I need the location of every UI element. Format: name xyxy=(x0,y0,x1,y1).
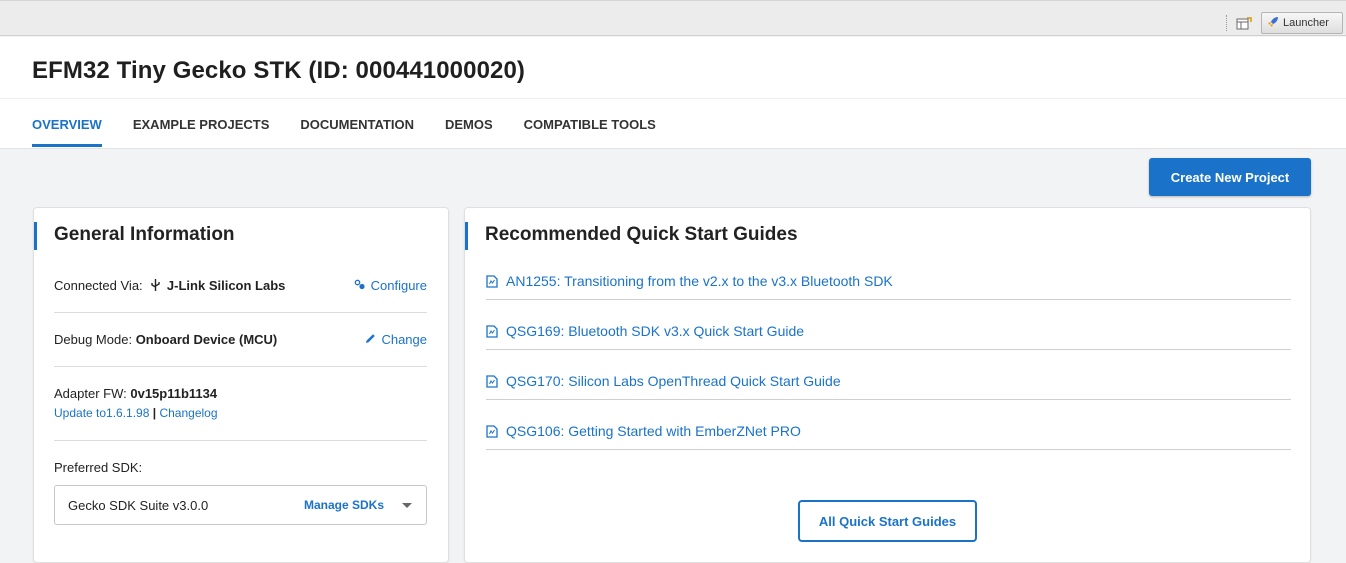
chevron-down-icon[interactable] xyxy=(402,503,412,508)
update-firmware-link[interactable]: Update to1.6.1.98 xyxy=(54,406,149,420)
link-separator: | xyxy=(152,406,157,420)
manage-sdks-link[interactable]: Manage SDKs xyxy=(304,498,384,512)
eclipse-toolbar: Launcher xyxy=(0,0,1346,36)
quick-start-title: Recommended Quick Start Guides xyxy=(485,224,798,245)
tab-documentation[interactable]: DOCUMENTATION xyxy=(300,117,414,144)
tab-overview[interactable]: OVERVIEW xyxy=(32,117,102,147)
gears-icon xyxy=(354,278,366,293)
guide-divider xyxy=(486,299,1291,300)
connected-via-row: Connected Via: J-Link Silicon Labs Confi… xyxy=(54,278,427,294)
connected-via-label: Connected Via: xyxy=(54,278,143,293)
connected-via-value: J-Link Silicon Labs xyxy=(166,278,286,293)
adapter-fw-label: Adapter FW: xyxy=(54,386,127,401)
guide-divider xyxy=(486,349,1291,350)
guide-title: QSG169: Bluetooth SDK v3.x Quick Start G… xyxy=(506,323,805,339)
tab-demos[interactable]: DEMOS xyxy=(445,117,493,144)
adapter-fw-value: 0v15p11b1134 xyxy=(130,386,218,401)
configure-label: Configure xyxy=(370,278,427,293)
general-information-title: General Information xyxy=(54,224,235,245)
launcher-perspective-button[interactable]: Launcher xyxy=(1261,12,1343,34)
change-label: Change xyxy=(381,332,427,347)
page-title: EFM32 Tiny Gecko STK (ID: 000441000020) xyxy=(32,57,526,84)
create-new-project-button[interactable]: Create New Project xyxy=(1149,158,1311,196)
launcher-window: Launcher EFM32 Tiny Gecko STK (ID: 00044… xyxy=(0,0,1346,563)
guide-title: QSG106: Getting Started with EmberZNet P… xyxy=(506,423,801,439)
card-accent-bar xyxy=(34,222,37,250)
tab-bar: OVERVIEW EXAMPLE PROJECTS DOCUMENTATION … xyxy=(32,117,687,147)
debug-mode-value: Onboard Device (MCU) xyxy=(135,332,278,347)
changelog-link[interactable]: Changelog xyxy=(159,406,217,420)
usb-icon xyxy=(151,279,160,294)
debug-mode-row: Debug Mode: Onboard Device (MCU) Change xyxy=(54,332,427,347)
preferred-sdk-label: Preferred SDK: xyxy=(54,460,143,475)
general-information-card: General Information Connected Via: J-Lin… xyxy=(33,207,449,563)
guide-divider xyxy=(486,449,1291,450)
page-header: EFM32 Tiny Gecko STK (ID: 000441000020) … xyxy=(0,37,1346,149)
card-accent-bar xyxy=(465,222,468,250)
document-icon xyxy=(486,424,498,438)
tab-example-projects[interactable]: EXAMPLE PROJECTS xyxy=(133,117,270,144)
toolbar-separator xyxy=(1226,15,1228,31)
quick-start-guides-card: Recommended Quick Start Guides AN1255: T… xyxy=(464,207,1311,563)
document-icon xyxy=(486,274,498,288)
row-divider xyxy=(54,312,427,313)
open-perspective-icon[interactable] xyxy=(1233,13,1255,35)
tab-compatible-tools[interactable]: COMPATIBLE TOOLS xyxy=(524,117,656,144)
firmware-links-row: Update to1.6.1.98 | Changelog xyxy=(54,406,427,420)
row-divider xyxy=(54,440,427,441)
launcher-label: Launcher xyxy=(1283,17,1329,29)
guide-divider xyxy=(486,399,1291,400)
document-icon xyxy=(486,374,498,388)
document-icon xyxy=(486,324,498,338)
all-quick-start-guides-button[interactable]: All Quick Start Guides xyxy=(798,500,977,542)
adapter-fw-row: Adapter FW: 0v15p11b1134 xyxy=(54,386,427,401)
debug-mode-label: Debug Mode: xyxy=(54,332,133,347)
rocket-icon xyxy=(1266,15,1280,32)
row-divider xyxy=(54,366,427,367)
sdk-selected-value: Gecko SDK Suite v3.0.0 xyxy=(68,498,209,513)
change-link[interactable]: Change xyxy=(365,332,427,347)
title-divider xyxy=(0,98,1346,99)
sdk-dropdown[interactable]: Gecko SDK Suite v3.0.0 Manage SDKs xyxy=(54,485,427,525)
configure-link[interactable]: Configure xyxy=(354,278,427,293)
guide-title: QSG170: Silicon Labs OpenThread Quick St… xyxy=(506,373,841,389)
pencil-icon xyxy=(365,332,376,347)
guide-title: AN1255: Transitioning from the v2.x to t… xyxy=(506,273,893,289)
